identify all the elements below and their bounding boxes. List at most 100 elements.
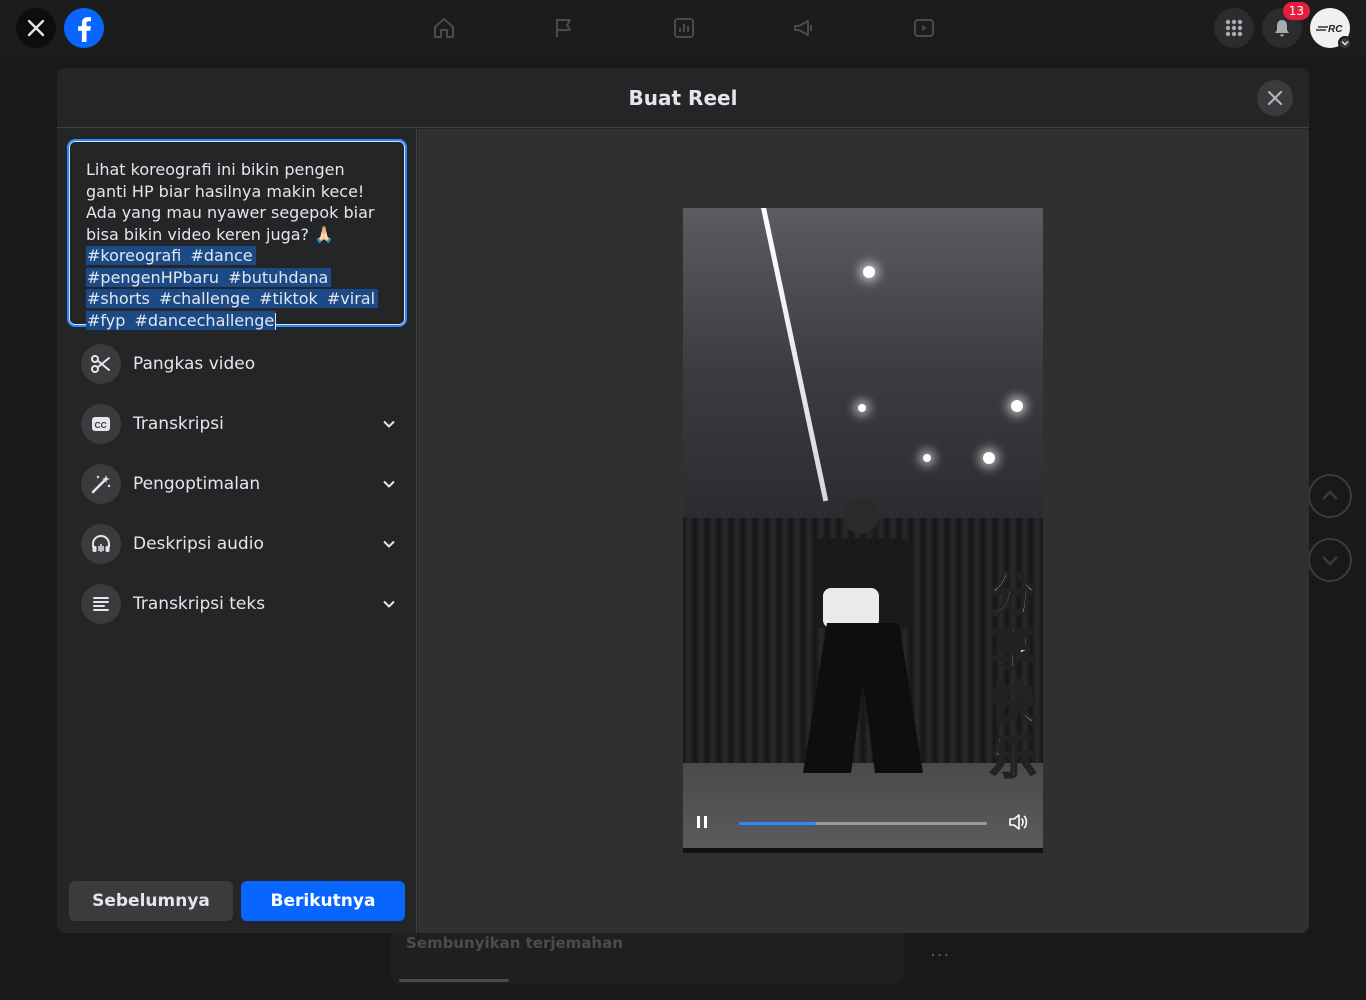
video-icon [914,19,934,37]
hashtag: #tiktok [258,289,319,308]
menu-item-label: Transkripsi [133,414,224,434]
hashtag-space [376,289,379,308]
account-controls: 13 RC [1214,2,1352,50]
hashtag: #dance [189,246,254,265]
previous-reel-button[interactable] [1308,474,1352,518]
hashtag: #shorts [86,289,151,308]
closed-captions-icon: CC [81,404,121,444]
dancer-pants [803,623,923,773]
dialog-footer: Sebelumnya Berikutnya [69,881,405,921]
account-chevron[interactable] [1338,36,1352,50]
nav-stats[interactable] [624,0,744,56]
hashtag: #pengenHPbaru [86,267,221,287]
profile-avatar[interactable]: RC [1310,8,1352,50]
hashtag: #koreografi [86,246,183,265]
caption-textarea[interactable]: Lihat koreografi ini bikin pengen ganti … [67,139,407,330]
magic-wand-icon [81,464,121,504]
menu-button[interactable] [1214,8,1254,48]
pause-icon [697,816,700,828]
chevron-down-icon [383,480,395,488]
create-reel-dialog: Buat Reel Lihat koreografi ini bikin pen… [57,68,1309,933]
top-navigation-bar: 13 RC [0,0,1366,56]
menu-item-label: Deskripsi audio [133,534,264,554]
facebook-logo[interactable] [64,8,104,48]
pause-button[interactable] [697,813,713,831]
hide-translation-link[interactable]: Sembunyikan terjemahan [406,934,623,952]
ceiling-spotlight [858,404,866,412]
hashtag: #butuhdana [227,267,330,287]
facebook-f-icon [78,17,91,42]
close-create-button[interactable] [16,8,56,48]
dialog-title: Buat Reel [628,85,738,110]
text-cursor [275,312,277,330]
background-post-card: Sembunyikan terjemahan [391,928,904,984]
headphones-icon [81,524,121,564]
close-icon [27,19,45,37]
reel-preview-area: 分享快乐 [418,129,1309,933]
dialog-close-button[interactable] [1257,80,1293,116]
svg-text:RC: RC [1328,24,1343,35]
video-frame-ceiling [683,208,1043,538]
menu-item-label: Pangkas video [133,354,256,374]
notification-badge: 13 [1282,2,1310,20]
chevron-down-icon [383,540,395,548]
nav-tabs [384,0,984,56]
reel-settings-pane: Lihat koreografi ini bikin pengen ganti … [57,129,417,933]
chevron-down-icon [1322,556,1338,566]
reel-options-menu: Pangkas video CC Transkripsi Pengoptimal… [81,334,397,634]
text-lines-icon [81,584,121,624]
dancer-head [843,498,879,534]
flag-icon [556,19,571,37]
next-reel-button[interactable] [1308,538,1352,582]
scissors-icon [81,344,121,384]
video-controls [683,793,1043,853]
menu-item-audio-description[interactable]: Deskripsi audio [81,514,397,574]
menu-item-captions[interactable]: CC Transkripsi [81,394,397,454]
hashtag-space [318,289,326,308]
notifications-button[interactable]: 13 [1262,2,1310,48]
ceiling-spotlight [863,266,875,278]
profile-logo-icon: RC [1316,24,1343,35]
stats-icon [674,18,694,38]
grid-menu-icon [1225,19,1243,37]
pause-icon-bar [704,816,707,828]
more-options-icon[interactable]: ... [930,940,950,961]
nav-ads[interactable] [744,0,864,56]
hashtag: #fyp [86,310,127,330]
video-overlay-text: 分享快乐 [989,567,1037,785]
ceiling-spotlight [1011,400,1023,412]
nav-home[interactable] [384,0,504,56]
dialog-header: Buat Reel [57,68,1309,128]
chevron-up-icon [1322,490,1338,500]
bell-icon [1275,20,1289,37]
next-button[interactable]: Berikutnya [241,881,405,921]
menu-item-label: Transkripsi teks [133,594,266,614]
chevron-down-icon [1341,41,1349,46]
hashtag-space [250,289,259,308]
nav-video[interactable] [864,0,984,56]
menu-item-trim-video[interactable]: Pangkas video [81,334,397,394]
caption-hashtags: #koreografi #dance #pengenHPbaru #butuhd… [86,246,379,330]
video-progress-bar[interactable] [739,822,987,825]
hashtag: #dancechallenge [133,310,276,330]
caption-text: Lihat koreografi ini bikin pengen ganti … [86,160,375,244]
menu-item-text-transcript[interactable]: Transkripsi teks [81,574,397,634]
menu-item-optimization[interactable]: Pengoptimalan [81,454,397,514]
chevron-down-icon [383,420,395,428]
previous-button[interactable]: Sebelumnya [69,881,233,921]
nav-pages[interactable] [504,0,624,56]
reel-video-player[interactable]: 分享快乐 [683,208,1043,853]
background-progress [399,979,509,982]
hashtag-space [150,289,158,308]
home-icon [434,18,454,38]
menu-item-label: Pengoptimalan [133,474,261,494]
volume-icon[interactable] [1007,811,1029,833]
video-bottom-bar [683,848,1043,853]
hashtag-space [329,267,332,287]
megaphone-icon [794,20,812,36]
ceiling-light [761,208,829,502]
video-progress-fill [739,822,816,825]
dancer-figure [803,498,923,778]
ceiling-spotlight [923,454,931,462]
svg-text:CC: CC [95,420,107,430]
